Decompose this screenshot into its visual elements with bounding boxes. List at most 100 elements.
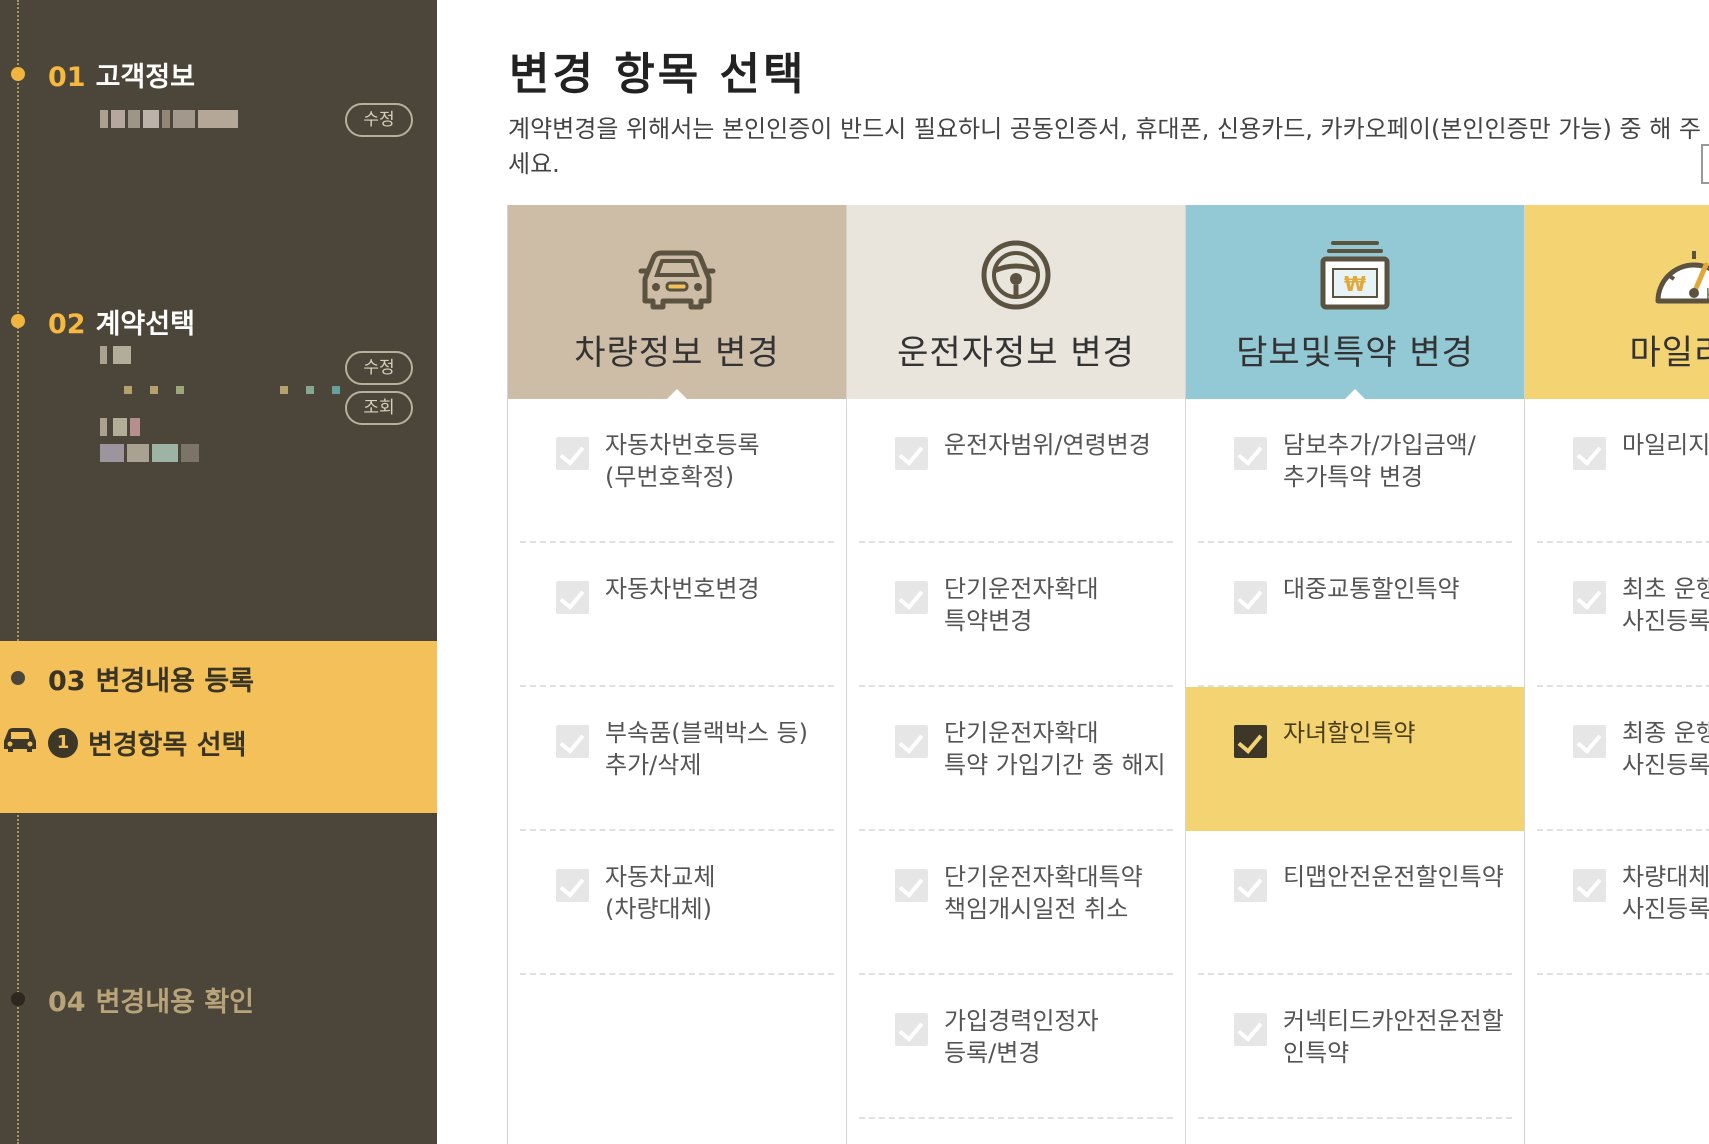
step-title: 01 고객정보 xyxy=(48,62,195,93)
category-label: 차량정보 변경 xyxy=(574,333,780,373)
category-items: 담보추가/가입금액/ 추가특약 변경 대중교통할인특약 자녀할인특약 티맵안전운… xyxy=(1186,399,1524,1119)
checkbox[interactable] xyxy=(1573,725,1606,758)
step-register-changes: 03 변경내용 등록 1 변경항목 선택 xyxy=(0,641,437,813)
page-title: 변경 항목 선택 xyxy=(509,49,807,100)
option-item[interactable]: 최종 운행 사진등록 xyxy=(1525,687,1709,831)
option-item[interactable]: 자동차번호등록 (무번호확정) xyxy=(508,399,846,543)
redacted-info xyxy=(100,110,238,128)
option-label: 단기운전자확대 특약 가입기간 중 해지 xyxy=(944,719,1166,779)
won-card-icon: ₩ xyxy=(1320,241,1390,310)
speedometer-icon: km xyxy=(1655,251,1709,304)
category-items: 자동차번호등록 (무번호확정) 자동차번호변경 부속품(블랙박스 등) 추가/삭… xyxy=(508,399,846,975)
option-item[interactable]: 대중교통할인특약 xyxy=(1186,543,1524,687)
option-label: 부속품(블랙박스 등) 추가/삭제 xyxy=(605,719,808,779)
sub-step-badge: 1 xyxy=(48,727,78,758)
checkbox[interactable] xyxy=(895,1013,928,1046)
category-mileage: km 마일리지 마일리지 최초 운행 사진등록 최종 운행 사진등록 차량대체 … xyxy=(1524,205,1709,1144)
checkbox[interactable] xyxy=(895,869,928,902)
category-header[interactable]: 차량정보 변경 xyxy=(508,205,846,400)
checkbox[interactable] xyxy=(895,437,928,470)
category-items: 운전자범위/연령변경 단기운전자확대 특약변경 단기운전자확대 특약 가입기간 … xyxy=(847,399,1185,1119)
checkbox-checked[interactable] xyxy=(1234,725,1267,758)
category-header[interactable]: km 마일리지 xyxy=(1525,205,1709,399)
category-driver-info: 운전자정보 변경 운전자범위/연령변경 단기운전자확대 특약변경 단기운전자확대… xyxy=(846,205,1185,1144)
option-item-selected[interactable]: 자녀할인특약 xyxy=(1186,687,1524,831)
sub-step-label: 변경항목 선택 xyxy=(88,730,247,761)
option-item[interactable]: 최초 운행 사진등록 xyxy=(1525,543,1709,687)
step-dot xyxy=(11,67,25,81)
timeline-line xyxy=(17,0,19,1144)
option-label: 티맵안전운전할인특약 xyxy=(1283,863,1504,891)
auth-description: 계약변경을 위해서는 본인인증이 반드시 필요하니 공동인증서, 휴대폰, 신용… xyxy=(508,115,1701,178)
option-item[interactable]: 자동차번호변경 xyxy=(508,543,846,687)
category-label: 마일리지 xyxy=(1629,333,1709,373)
option-item[interactable]: 차량대체 사진등록 xyxy=(1525,831,1709,975)
redacted-info xyxy=(100,418,140,436)
redacted-info xyxy=(100,444,199,462)
option-label: 자동차번호등록 (무번호확정) xyxy=(605,431,760,491)
checkbox[interactable] xyxy=(556,437,589,470)
checkbox[interactable] xyxy=(1573,869,1606,902)
category-header[interactable]: 운전자정보 변경 xyxy=(847,205,1185,399)
step-dot xyxy=(11,671,25,685)
main-content: 변경 항목 선택 계약변경을 위해서는 본인인증이 반드시 필요하니 공동인증서… xyxy=(437,0,1709,1144)
option-item[interactable]: 단기운전자확대 특약변경 xyxy=(847,543,1185,687)
option-item[interactable]: 운전자범위/연령변경 xyxy=(847,399,1185,543)
checkbox[interactable] xyxy=(556,581,589,614)
checkbox[interactable] xyxy=(1234,581,1267,614)
category-header[interactable]: ₩ 담보및특약 변경 xyxy=(1186,205,1524,400)
option-item[interactable]: 마일리지 xyxy=(1525,399,1709,543)
option-label: 자동차번호변경 xyxy=(605,575,760,603)
progress-sidebar: 01 고객정보 수정 02 계약선택 수정 조회 03 변경내용 등록 1 변경… xyxy=(0,0,437,1144)
option-label: 가입경력인정자 등록/변경 xyxy=(944,1007,1099,1067)
category-label: 운전자정보 변경 xyxy=(897,333,1135,373)
category-vehicle-info: 차량정보 변경 자동차번호등록 (무번호확정) 자동차번호변경 부속품(블랙박스… xyxy=(507,205,846,1144)
step-title: 03 변경내용 등록 xyxy=(48,666,255,697)
step-title: 02 계약선택 xyxy=(48,309,195,340)
option-label: 담보추가/가입금액/ 추가특약 변경 xyxy=(1283,431,1476,491)
option-label: 자동차교체 (차량대체) xyxy=(605,863,716,923)
checkbox[interactable] xyxy=(1234,869,1267,902)
option-label: 차량대체 사진등록 xyxy=(1622,863,1709,923)
option-item[interactable]: 부속품(블랙박스 등) 추가/삭제 xyxy=(508,687,846,831)
option-label: 커넥티드카안전운전할 인특약 xyxy=(1283,1007,1504,1067)
step-dot xyxy=(11,314,25,328)
edit-customer-button[interactable]: 수정 xyxy=(345,103,413,137)
checkbox[interactable] xyxy=(895,581,928,614)
svg-text:₩: ₩ xyxy=(1344,272,1366,296)
checkbox[interactable] xyxy=(1234,1013,1267,1046)
option-label: 대중교통할인특약 xyxy=(1283,575,1460,603)
step-dot xyxy=(11,992,25,1006)
edit-contract-button[interactable]: 수정 xyxy=(345,351,413,385)
option-label: 단기운전자확대특약 책임개시일전 취소 xyxy=(944,863,1143,923)
option-item[interactable]: 커넥티드카안전운전할 인특약 xyxy=(1186,975,1524,1119)
category-coverage: ₩ 담보및특약 변경 담보추가/가입금액/ 추가특약 변경 대중교통할인특약 자… xyxy=(1185,205,1524,1144)
checkbox[interactable] xyxy=(1573,581,1606,614)
checkbox[interactable] xyxy=(556,869,589,902)
checkbox[interactable] xyxy=(556,725,589,758)
option-item[interactable]: 담보추가/가입금액/ 추가특약 변경 xyxy=(1186,399,1524,543)
option-item[interactable]: 자동차교체 (차량대체) xyxy=(508,831,846,975)
option-label: 최종 운행 사진등록 xyxy=(1622,719,1709,779)
view-contract-button[interactable]: 조회 xyxy=(345,391,413,425)
sub-step-select-items[interactable]: 1 변경항목 선택 xyxy=(48,723,246,762)
steering-wheel-icon xyxy=(981,240,1051,310)
step-title: 04 변경내용 확인 xyxy=(48,987,255,1018)
car-icon xyxy=(638,250,716,310)
option-label: 단기운전자확대 특약변경 xyxy=(944,575,1099,635)
option-item[interactable]: 가입경력인정자 등록/변경 xyxy=(847,975,1185,1119)
option-label: 마일리지 xyxy=(1622,431,1709,459)
option-label: 운전자범위/연령변경 xyxy=(944,431,1151,459)
category-items: 마일리지 최초 운행 사진등록 최종 운행 사진등록 차량대체 사진등록 xyxy=(1525,399,1709,975)
auth-option-box xyxy=(1701,144,1709,184)
option-label: 자녀할인특약 xyxy=(1283,719,1416,747)
option-item[interactable]: 티맵안전운전할인특약 xyxy=(1186,831,1524,975)
redacted-info xyxy=(124,386,340,394)
car-icon xyxy=(4,728,36,752)
option-item[interactable]: 단기운전자확대 특약 가입기간 중 해지 xyxy=(847,687,1185,831)
option-label: 최초 운행 사진등록 xyxy=(1622,575,1709,635)
checkbox[interactable] xyxy=(1234,437,1267,470)
checkbox[interactable] xyxy=(895,725,928,758)
option-item[interactable]: 단기운전자확대특약 책임개시일전 취소 xyxy=(847,831,1185,975)
checkbox[interactable] xyxy=(1573,437,1606,470)
